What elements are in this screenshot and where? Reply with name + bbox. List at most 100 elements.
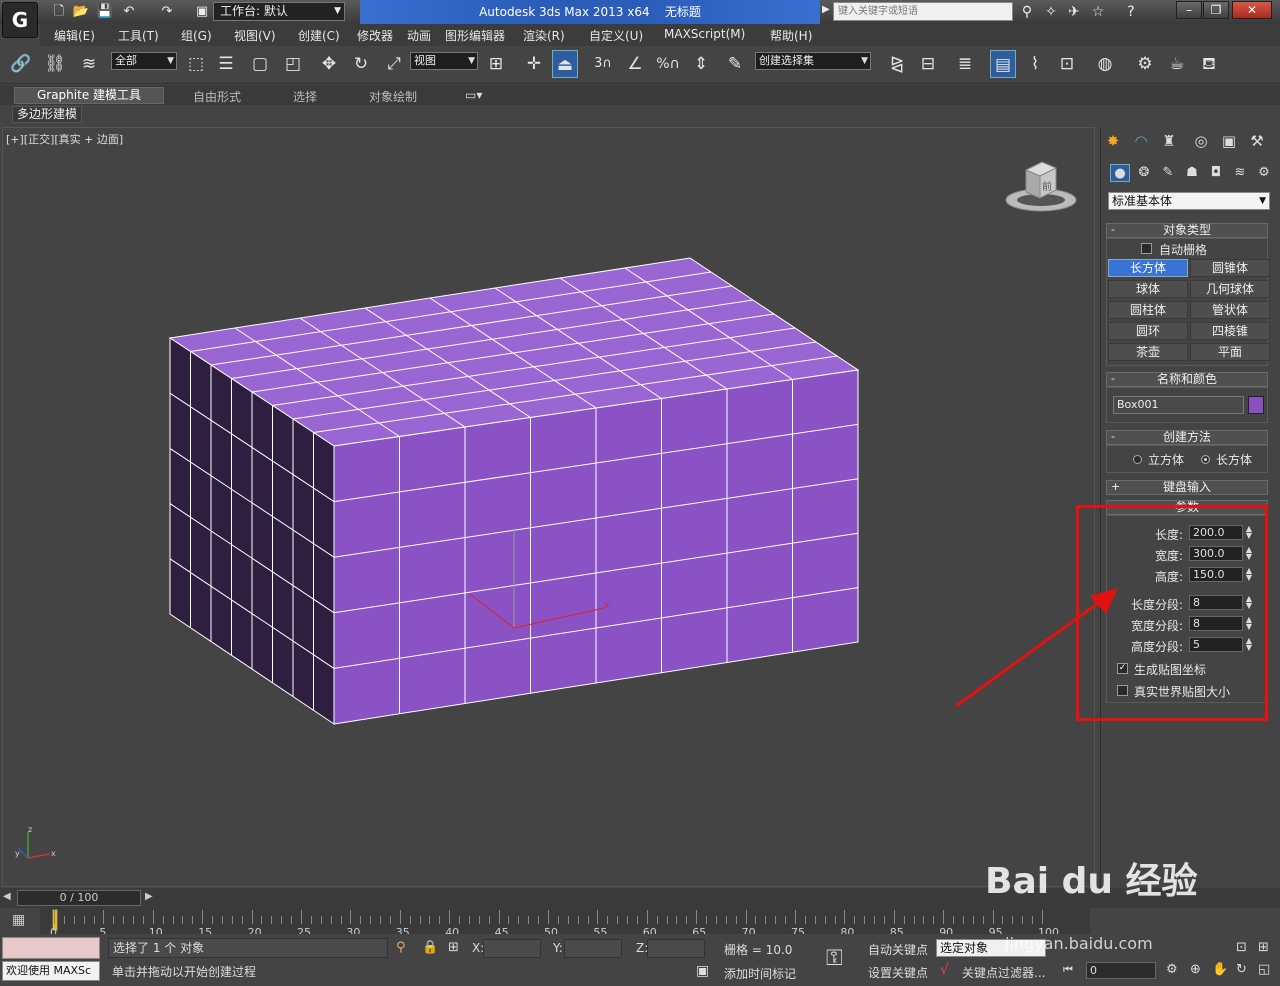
- object-color-swatch[interactable]: [1248, 396, 1264, 414]
- tab-object-paint[interactable]: 对象绘制: [369, 88, 417, 105]
- unlink-icon[interactable]: ⛓: [42, 50, 68, 78]
- layer-manager-icon[interactable]: ≣: [952, 50, 978, 78]
- keyboard-entry-rollout-header[interactable]: + 键盘输入: [1106, 480, 1268, 495]
- z-coord-field[interactable]: [647, 939, 705, 958]
- tube-button[interactable]: 管状体: [1190, 301, 1270, 319]
- save-icon[interactable]: 💾: [96, 3, 114, 21]
- search-expand-icon[interactable]: ▶: [822, 4, 830, 15]
- select-by-name-icon[interactable]: ☰: [213, 50, 239, 78]
- hierarchy-tab-icon[interactable]: ♜: [1158, 131, 1180, 151]
- plane-button[interactable]: 平面: [1190, 343, 1270, 361]
- menu-maxscript[interactable]: MAXScript(M): [664, 27, 745, 41]
- menu-group[interactable]: 组(G): [181, 27, 212, 44]
- geosphere-button[interactable]: 几何球体: [1190, 280, 1270, 298]
- menu-views[interactable]: 视图(V): [234, 27, 276, 44]
- absolute-mode-icon[interactable]: ⊞: [448, 940, 459, 955]
- key-filters-button[interactable]: 关键点过滤器...: [962, 964, 1045, 981]
- geometry-category-select[interactable]: 标准基本体 ▼: [1108, 192, 1270, 210]
- select-manipulate-icon[interactable]: ✛: [521, 50, 547, 78]
- time-tag-icon[interactable]: ▣: [696, 963, 709, 979]
- undo-icon[interactable]: ↶: [120, 3, 138, 21]
- auto-key-button[interactable]: 自动关键点: [868, 941, 928, 958]
- time-slider-next-icon[interactable]: ▶: [145, 891, 153, 902]
- percent-snap-icon[interactable]: %∩: [655, 50, 681, 78]
- redo-icon[interactable]: ↷: [158, 3, 176, 21]
- tab-selection[interactable]: 选择: [293, 88, 317, 105]
- zoom-all-icon[interactable]: ⊞: [1258, 940, 1269, 955]
- modify-tab-icon[interactable]: ◠: [1130, 131, 1152, 151]
- menu-tools[interactable]: 工具(T): [118, 27, 159, 44]
- maxscript-listener[interactable]: [2, 937, 100, 959]
- tab-graphite-modeling[interactable]: Graphite 建模工具: [14, 87, 164, 104]
- workspace-select[interactable]: 工作台: 默认 ▼: [213, 2, 345, 21]
- snap-toggle-icon[interactable]: 3∩: [590, 50, 616, 78]
- maximize-viewport-icon[interactable]: ◱: [1258, 962, 1270, 977]
- key-icon[interactable]: ⚿: [826, 946, 843, 971]
- spacewarps-icon[interactable]: ≋: [1230, 164, 1250, 182]
- lock-icon[interactable]: 🔒: [422, 940, 438, 955]
- view-cube[interactable]: 前: [1004, 158, 1078, 214]
- reference-coord-select[interactable]: 视图 ▼: [410, 52, 478, 70]
- move-icon[interactable]: ✥: [316, 50, 342, 78]
- menu-customize[interactable]: 自定义(U): [589, 27, 643, 44]
- tab-freeform[interactable]: 自由形式: [193, 88, 241, 105]
- minimize-button[interactable]: –: [1176, 1, 1202, 19]
- graphite-toggle-icon[interactable]: ▤: [990, 50, 1016, 78]
- close-button[interactable]: ✕: [1232, 1, 1272, 19]
- keyboard-shortcut-override-icon[interactable]: ⏏: [552, 50, 578, 78]
- y-coord-field[interactable]: [564, 939, 622, 958]
- helpers-icon[interactable]: ◘: [1206, 164, 1226, 182]
- ribbon-options-icon[interactable]: ▭▾: [465, 88, 482, 102]
- shapes-icon[interactable]: ❂: [1134, 164, 1154, 182]
- selection-filter-select[interactable]: 全部 ▼: [111, 52, 177, 70]
- viewport-label[interactable]: [+][正交][真实 + 边面]: [6, 131, 123, 147]
- maxscript-mini-listener[interactable]: 欢迎使用 MAXSc: [2, 961, 100, 981]
- window-crossing-icon[interactable]: ◰: [280, 50, 306, 78]
- cameras-icon[interactable]: ☗: [1182, 164, 1202, 182]
- isolate-icon[interactable]: ⚲: [396, 940, 406, 955]
- go-to-start-icon[interactable]: ⏮: [1063, 963, 1073, 977]
- help-icon[interactable]: ?: [1120, 2, 1142, 22]
- time-slider-prev-icon[interactable]: ◀: [3, 891, 11, 902]
- material-editor-icon[interactable]: ◍: [1092, 50, 1118, 78]
- search-input[interactable]: 键入关键字或短语: [833, 2, 1013, 21]
- mirror-icon[interactable]: ⧎: [884, 50, 910, 78]
- key-curve-icon[interactable]: √: [940, 962, 949, 978]
- favorites-icon[interactable]: ☆: [1087, 2, 1109, 22]
- app-logo-icon[interactable]: G: [2, 2, 38, 38]
- menu-animation[interactable]: 动画: [407, 27, 431, 44]
- name-color-rollout-header[interactable]: - 名称和颜色: [1106, 372, 1268, 387]
- render-setup-icon[interactable]: ⚙: [1132, 50, 1158, 78]
- menu-create[interactable]: 创建(C): [298, 27, 340, 44]
- scale-icon[interactable]: ⤢: [381, 50, 407, 78]
- new-file-icon[interactable]: 🗋: [50, 3, 68, 21]
- menu-graph-editors[interactable]: 图形编辑器: [445, 27, 505, 44]
- menu-edit[interactable]: 编辑(E): [54, 27, 95, 44]
- named-selection-select[interactable]: 创建选择集 ▼: [755, 52, 871, 70]
- pivot-center-icon[interactable]: ⊞: [483, 50, 509, 78]
- track-bar-icon[interactable]: ▦: [12, 912, 25, 928]
- rotate-icon[interactable]: ↻: [348, 50, 374, 78]
- geometry-icon[interactable]: ●: [1110, 164, 1130, 182]
- orbit-icon[interactable]: ↻: [1236, 962, 1247, 977]
- cube-radio[interactable]: [1133, 455, 1142, 464]
- add-time-tag[interactable]: 添加时间标记: [724, 965, 796, 982]
- box-button[interactable]: 长方体: [1108, 259, 1188, 277]
- subscription-icon[interactable]: ✧: [1040, 2, 1062, 22]
- angle-snap-icon[interactable]: ∠: [622, 50, 648, 78]
- time-config-icon[interactable]: ⚙: [1166, 962, 1178, 977]
- zoom-extents-icon[interactable]: ⊡: [1236, 940, 1247, 955]
- bind-spacewarp-icon[interactable]: ≋: [76, 50, 102, 78]
- torus-button[interactable]: 圆环: [1108, 322, 1188, 340]
- teapot-button[interactable]: 茶壶: [1108, 343, 1188, 361]
- menu-rendering[interactable]: 渲染(R): [523, 27, 565, 44]
- maximize-button[interactable]: ❐: [1203, 1, 1229, 19]
- rect-selection-icon[interactable]: ▢: [247, 50, 273, 78]
- autogrid-checkbox[interactable]: [1141, 243, 1152, 254]
- menu-modifiers[interactable]: 修改器: [357, 27, 393, 44]
- communication-icon[interactable]: ✈: [1063, 2, 1085, 22]
- menu-help[interactable]: 帮助(H): [770, 27, 812, 44]
- cylinder-button[interactable]: 圆柱体: [1108, 301, 1188, 319]
- edit-named-sel-icon[interactable]: ✎: [722, 50, 748, 78]
- box-radio[interactable]: [1201, 455, 1210, 464]
